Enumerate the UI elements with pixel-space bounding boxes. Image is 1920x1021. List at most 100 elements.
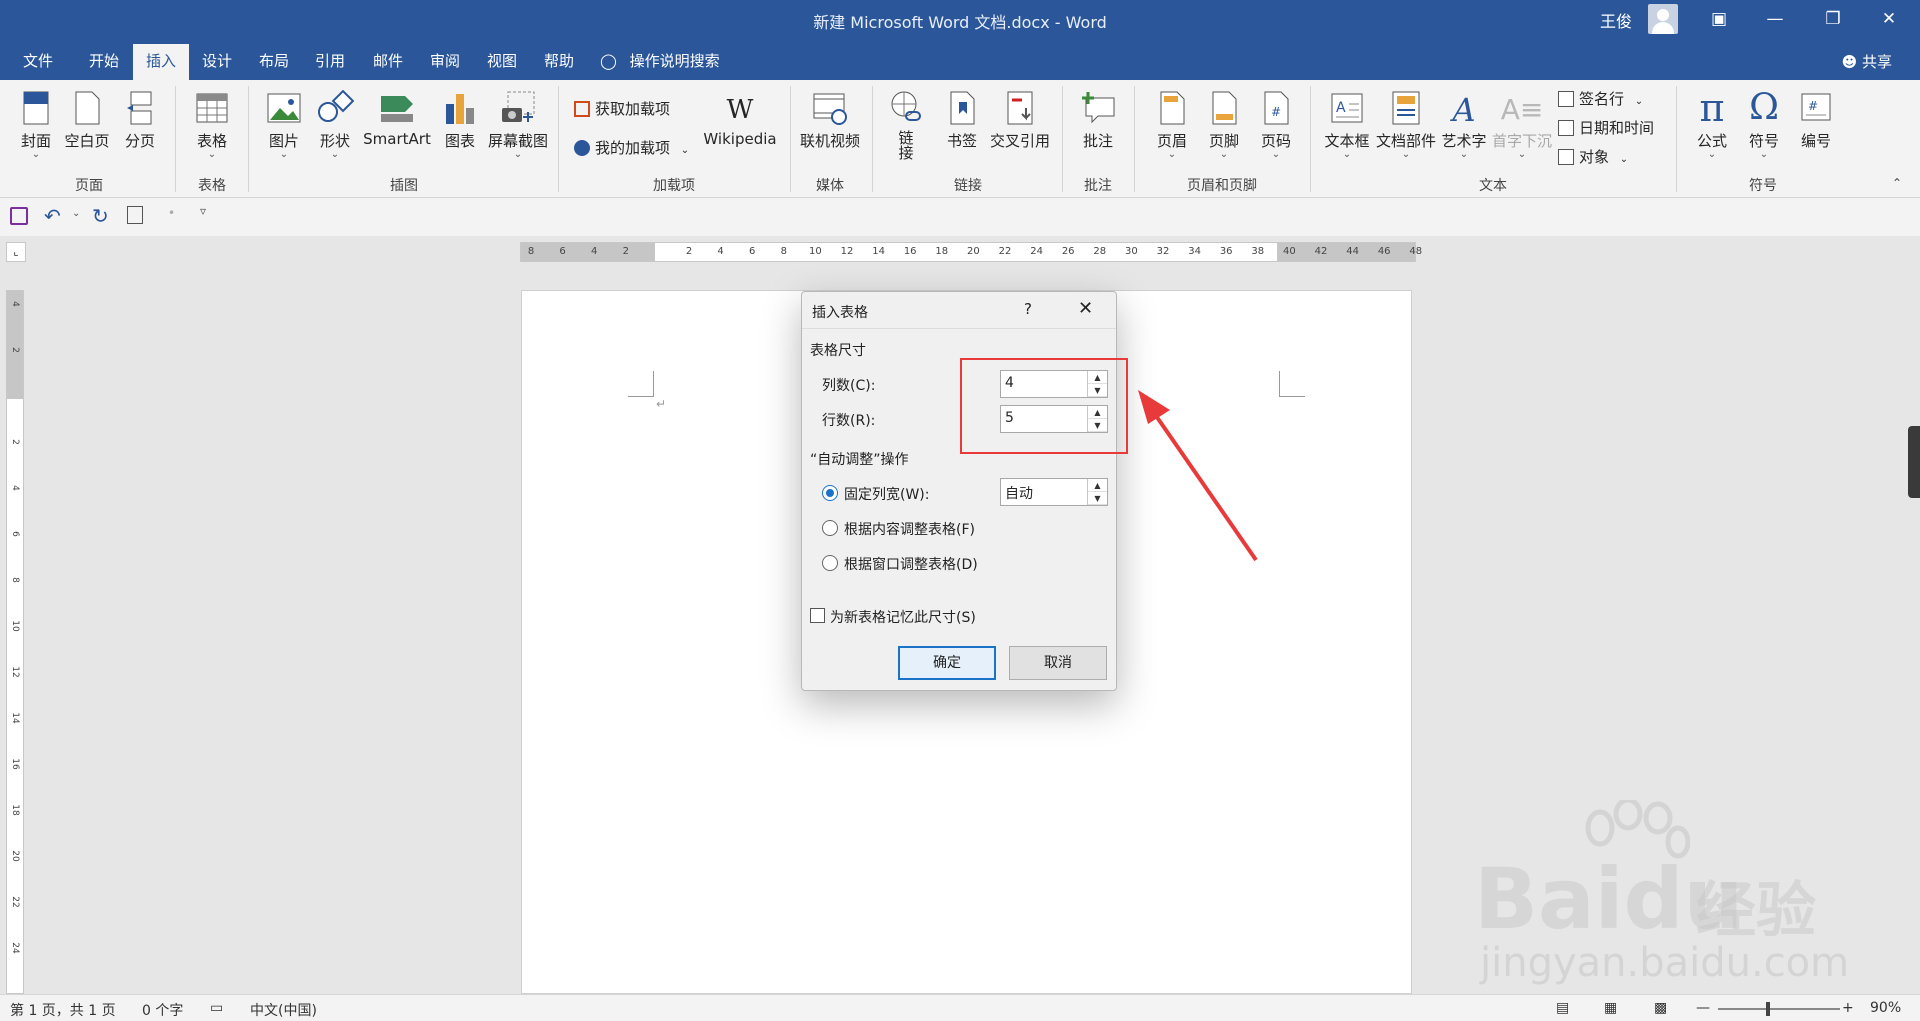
pictures-button[interactable]: 图片 ⌄ <box>262 90 306 160</box>
print-preview-icon[interactable] <box>127 206 143 224</box>
remember-size-checkbox[interactable] <box>810 608 825 623</box>
horizontal-ruler[interactable]: 8 6 4 2 2 4 6 8 10 12 14 16 18 20 22 24 26 28 30 32 34 36 38 40… <box>520 242 1422 262</box>
read-mode-icon[interactable]: ▤ <box>1556 1000 1569 1016</box>
web-layout-icon[interactable]: ▩ <box>1654 1000 1667 1016</box>
wikipedia-button[interactable]: W Wikipedia <box>700 90 780 148</box>
zoom-level[interactable]: 90% <box>1870 1000 1901 1016</box>
side-panel-handle[interactable] <box>1908 426 1920 498</box>
avatar[interactable] <box>1648 4 1678 34</box>
repeat-icon[interactable]: ↻ <box>92 204 109 228</box>
save-icon[interactable] <box>10 207 28 225</box>
vertical-ruler[interactable]: 4 2 2 4 6 8 10 12 14 16 18 20 22 24 <box>6 290 24 994</box>
cancel-button[interactable]: 取消 <box>1009 646 1107 680</box>
crop-mark-right <box>1279 371 1305 397</box>
vruler-tick: 18 <box>10 804 20 816</box>
symbol-button[interactable]: Ω 符号 ⌄ <box>1742 86 1786 160</box>
watermark-jingyan: 经验 <box>1696 876 1816 946</box>
undo-icon[interactable]: ↶ <box>44 204 61 228</box>
screenshot-button[interactable]: 屏幕截图 ⌄ <box>486 90 550 160</box>
print-layout-icon[interactable]: ▦ <box>1604 1000 1617 1016</box>
tab-selector-icon[interactable]: ⌞ <box>6 242 26 262</box>
restore-icon[interactable]: ❐ <box>1810 0 1856 38</box>
my-addins-button[interactable]: 我的加载项 ⌄ <box>574 137 689 158</box>
fixed-width-label[interactable]: 固定列宽(W): <box>844 484 929 504</box>
share-button[interactable]: ☻ 共享 <box>1842 51 1892 72</box>
tell-me-search[interactable]: ◯ 操作说明搜索 <box>600 44 740 80</box>
vruler-tick: 14 <box>10 712 20 724</box>
tab-home[interactable]: 开始 <box>80 44 128 80</box>
collapse-ribbon-icon[interactable]: ⌃ <box>1892 176 1902 190</box>
get-addins-button[interactable]: 获取加载项 <box>574 98 670 119</box>
number-button[interactable]: # 编号 <box>1794 90 1838 151</box>
ribbon: 封面 ⌄ 空白页 分页 页面 表格 ⌄ 表格 图片 ⌄ 形状 ⌄ SmartArt 图表… <box>0 80 1920 198</box>
page-count[interactable]: 第 1 页，共 1 页 <box>10 1000 116 1020</box>
object-button[interactable]: 对象 ⌄ <box>1558 146 1628 167</box>
spin-arrows[interactable]: ▲ ▼ <box>1087 479 1107 505</box>
ok-button[interactable]: 确定 <box>898 646 996 680</box>
equation-button[interactable]: π 公式 ⌄ <box>1690 86 1734 160</box>
bookmark-button[interactable]: 书签 <box>940 90 984 151</box>
text-box-button[interactable]: A 文本框 ⌄ <box>1322 90 1372 160</box>
autofit-content-radio[interactable] <box>822 520 838 536</box>
tab-view[interactable]: 视图 <box>478 44 526 80</box>
table-button[interactable]: 表格 ⌄ <box>190 90 234 160</box>
wordart-button[interactable]: A 艺术字 ⌄ <box>1440 90 1488 160</box>
cross-reference-button[interactable]: 交叉引用 <box>988 90 1052 151</box>
new-comment-button[interactable]: 批注 <box>1076 90 1120 151</box>
zoom-slider[interactable] <box>1718 1008 1840 1010</box>
ribbon-separator <box>872 86 873 192</box>
shapes-button[interactable]: 形状 ⌄ <box>313 90 357 160</box>
tab-design[interactable]: 设计 <box>193 44 241 80</box>
customize-qat-icon[interactable]: ▿ <box>200 204 206 218</box>
tab-help[interactable]: 帮助 <box>535 44 583 80</box>
header-button[interactable]: 页眉 ⌄ <box>1150 90 1194 160</box>
undo-dropdown-icon[interactable]: ⌄ <box>72 208 80 219</box>
smartart-button[interactable]: SmartArt <box>362 90 432 148</box>
link-button[interactable]: 链接 <box>886 90 926 164</box>
proofing-icon[interactable]: ▭ <box>210 1000 223 1016</box>
tab-insert[interactable]: 插入 <box>133 44 189 80</box>
chart-button[interactable]: 图表 <box>438 90 482 151</box>
quick-parts-icon <box>1392 91 1420 125</box>
wordart-icon: A <box>1452 91 1476 129</box>
fixed-width-stepper[interactable]: 自动 ▲ ▼ <box>1000 478 1108 506</box>
blank-page-button[interactable]: 空白页 <box>62 90 112 151</box>
autofit-content-label[interactable]: 根据内容调整表格(F) <box>844 519 975 539</box>
word-count[interactable]: 0 个字 <box>142 1000 183 1020</box>
footer-button[interactable]: 页脚 ⌄ <box>1202 90 1246 160</box>
autofit-window-radio[interactable] <box>822 555 838 571</box>
ruler-tick: 8 <box>780 246 787 257</box>
page-break-button[interactable]: 分页 <box>118 90 162 151</box>
zoom-in-icon[interactable]: + <box>1842 1000 1854 1016</box>
drop-cap-button[interactable]: A≡ 首字下沉 ⌄ <box>1490 90 1554 160</box>
tab-review[interactable]: 审阅 <box>421 44 469 80</box>
date-time-button[interactable]: 日期和时间 <box>1558 117 1654 138</box>
autofit-window-label[interactable]: 根据窗口调整表格(D) <box>844 554 978 574</box>
close-button[interactable]: ✕ <box>1078 298 1093 319</box>
signature-line-button[interactable]: 签名行 ⌄ <box>1558 88 1643 109</box>
tab-mailings[interactable]: 邮件 <box>364 44 412 80</box>
group-label-comments: 批注 <box>1084 178 1112 194</box>
tab-layout[interactable]: 布局 <box>250 44 298 80</box>
down-arrow-icon[interactable]: ▼ <box>1088 492 1107 505</box>
cover-page-button[interactable]: 封面 ⌄ <box>14 90 58 160</box>
ribbon-display-icon[interactable]: ▣ <box>1696 0 1742 38</box>
zoom-slider-thumb[interactable] <box>1766 1002 1770 1016</box>
language[interactable]: 中文(中国) <box>250 1000 317 1020</box>
fixed-width-radio[interactable] <box>822 485 838 501</box>
quick-parts-button[interactable]: 文档部件 ⌄ <box>1374 90 1438 160</box>
user-name[interactable]: 王俊 <box>1600 8 1632 32</box>
up-arrow-icon[interactable]: ▲ <box>1088 479 1107 492</box>
ruler-tick: 38 <box>1251 246 1265 257</box>
minimize-icon[interactable]: — <box>1752 0 1798 38</box>
vruler-tick: 10 <box>10 620 20 632</box>
remember-size-label[interactable]: 为新表格记忆此尺寸(S) <box>830 607 976 627</box>
close-icon[interactable]: ✕ <box>1866 0 1912 38</box>
online-video-button[interactable]: 联机视频 <box>798 90 862 151</box>
zoom-out-icon[interactable]: — <box>1696 1000 1710 1016</box>
tab-file[interactable]: 文件 <box>14 44 62 80</box>
tab-references[interactable]: 引用 <box>306 44 354 80</box>
ruler-margin-left <box>521 243 655 261</box>
help-button[interactable]: ? <box>1024 300 1032 318</box>
page-number-button[interactable]: # 页码 ⌄ <box>1254 90 1298 160</box>
